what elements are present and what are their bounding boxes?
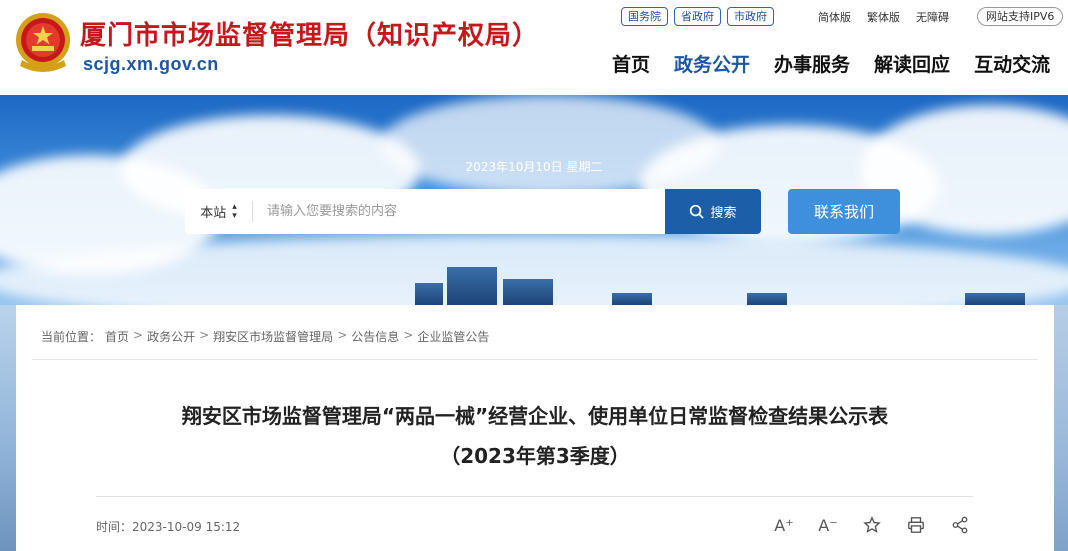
breadcrumb-label: 当前位置： (41, 330, 102, 344)
background-side-left (0, 305, 16, 551)
search-icon (690, 204, 705, 219)
print-icon[interactable] (905, 515, 927, 535)
divider (96, 496, 973, 497)
breadcrumb-government-affairs[interactable]: 政务公开 (147, 328, 195, 345)
breadcrumb-separator: > (337, 328, 348, 342)
breadcrumb-home[interactable]: 首页 (105, 328, 129, 345)
nav-interpretation[interactable]: 解读回应 (874, 50, 950, 77)
breadcrumb-announcements[interactable]: 公告信息 (351, 328, 399, 345)
site-domain: scjg.xm.gov.cn (83, 54, 219, 74)
background-side-right (1054, 305, 1068, 551)
breadcrumb: 当前位置： 首页 > 政务公开 > 翔安区市场监督管理局 > 公告信息 > 企业… (41, 328, 489, 345)
national-emblem-icon (16, 13, 70, 72)
content-panel: 当前位置： 首页 > 政务公开 > 翔安区市场监督管理局 > 公告信息 > 企业… (16, 305, 1054, 551)
publish-time-label: 时间： (96, 520, 133, 534)
nav-services[interactable]: 办事服务 (774, 50, 850, 77)
star-favorite-icon[interactable] (861, 515, 883, 535)
nav-government-affairs[interactable]: 政务公开 (674, 50, 750, 77)
article-subtitle: （2023年第3季度） (440, 444, 630, 468)
city-skyline (0, 265, 1068, 305)
breadcrumb-separator: > (403, 328, 414, 342)
article-tools: A⁺ A⁻ (773, 515, 971, 535)
breadcrumb-xiangan-bureau[interactable]: 翔安区市场监督管理局 (213, 328, 333, 345)
link-city-gov[interactable]: 市政府 (727, 7, 774, 26)
accessibility-link[interactable]: 无障碍 (916, 9, 949, 25)
main-nav: 首页 政务公开 办事服务 解读回应 互动交流 (612, 50, 1050, 77)
search-bar: 本站 ▴▾ 搜索 (185, 189, 761, 234)
search-button[interactable]: 搜索 (665, 189, 761, 234)
updown-arrow-icon: ▴ ▾ (232, 201, 237, 221)
site-title[interactable]: 厦门市市场监督管理局（知识产权局） (80, 15, 539, 52)
breadcrumb-separator: > (199, 328, 210, 342)
publish-time: 时间：2023-10-09 15:12 (96, 518, 240, 535)
search-scope-label: 本站 (200, 206, 227, 221)
share-icon[interactable] (949, 515, 971, 535)
util-links: 简体版 繁体版 无障碍 (818, 9, 949, 25)
breadcrumb-separator: > (133, 328, 144, 342)
search-input[interactable] (253, 189, 665, 234)
site-header: 厦门市市场监督管理局（知识产权局） scjg.xm.gov.cn 国务院 省政府… (0, 0, 1068, 95)
link-provincial-gov[interactable]: 省政府 (674, 7, 721, 26)
nav-interaction[interactable]: 互动交流 (974, 50, 1050, 77)
link-state-council[interactable]: 国务院 (621, 7, 668, 26)
contact-us-button[interactable]: 联系我们 (788, 189, 900, 234)
current-date: 2023年10月10日 星期二 (465, 160, 603, 174)
traditional-chinese-link[interactable]: 繁体版 (867, 9, 900, 25)
search-button-label: 搜索 (710, 206, 737, 221)
ipv6-badge: 网站支持IPV6 (977, 7, 1064, 26)
simplified-chinese-link[interactable]: 简体版 (818, 9, 851, 25)
divider (32, 359, 1038, 360)
search-scope-select[interactable]: 本站 ▴ ▾ (185, 201, 253, 222)
breadcrumb-enterprise-supervision[interactable]: 企业监管公告 (417, 328, 489, 345)
article-title: 翔安区市场监督管理局“两品一械”经营企业、使用单位日常监督检查结果公示表 (181, 404, 889, 428)
decrease-font-icon[interactable]: A⁻ (817, 515, 839, 535)
increase-font-icon[interactable]: A⁺ (773, 515, 795, 535)
publish-time-value: 2023-10-09 15:12 (132, 520, 241, 534)
top-links: 国务院 省政府 市政府 (621, 7, 774, 26)
nav-home[interactable]: 首页 (612, 50, 650, 77)
